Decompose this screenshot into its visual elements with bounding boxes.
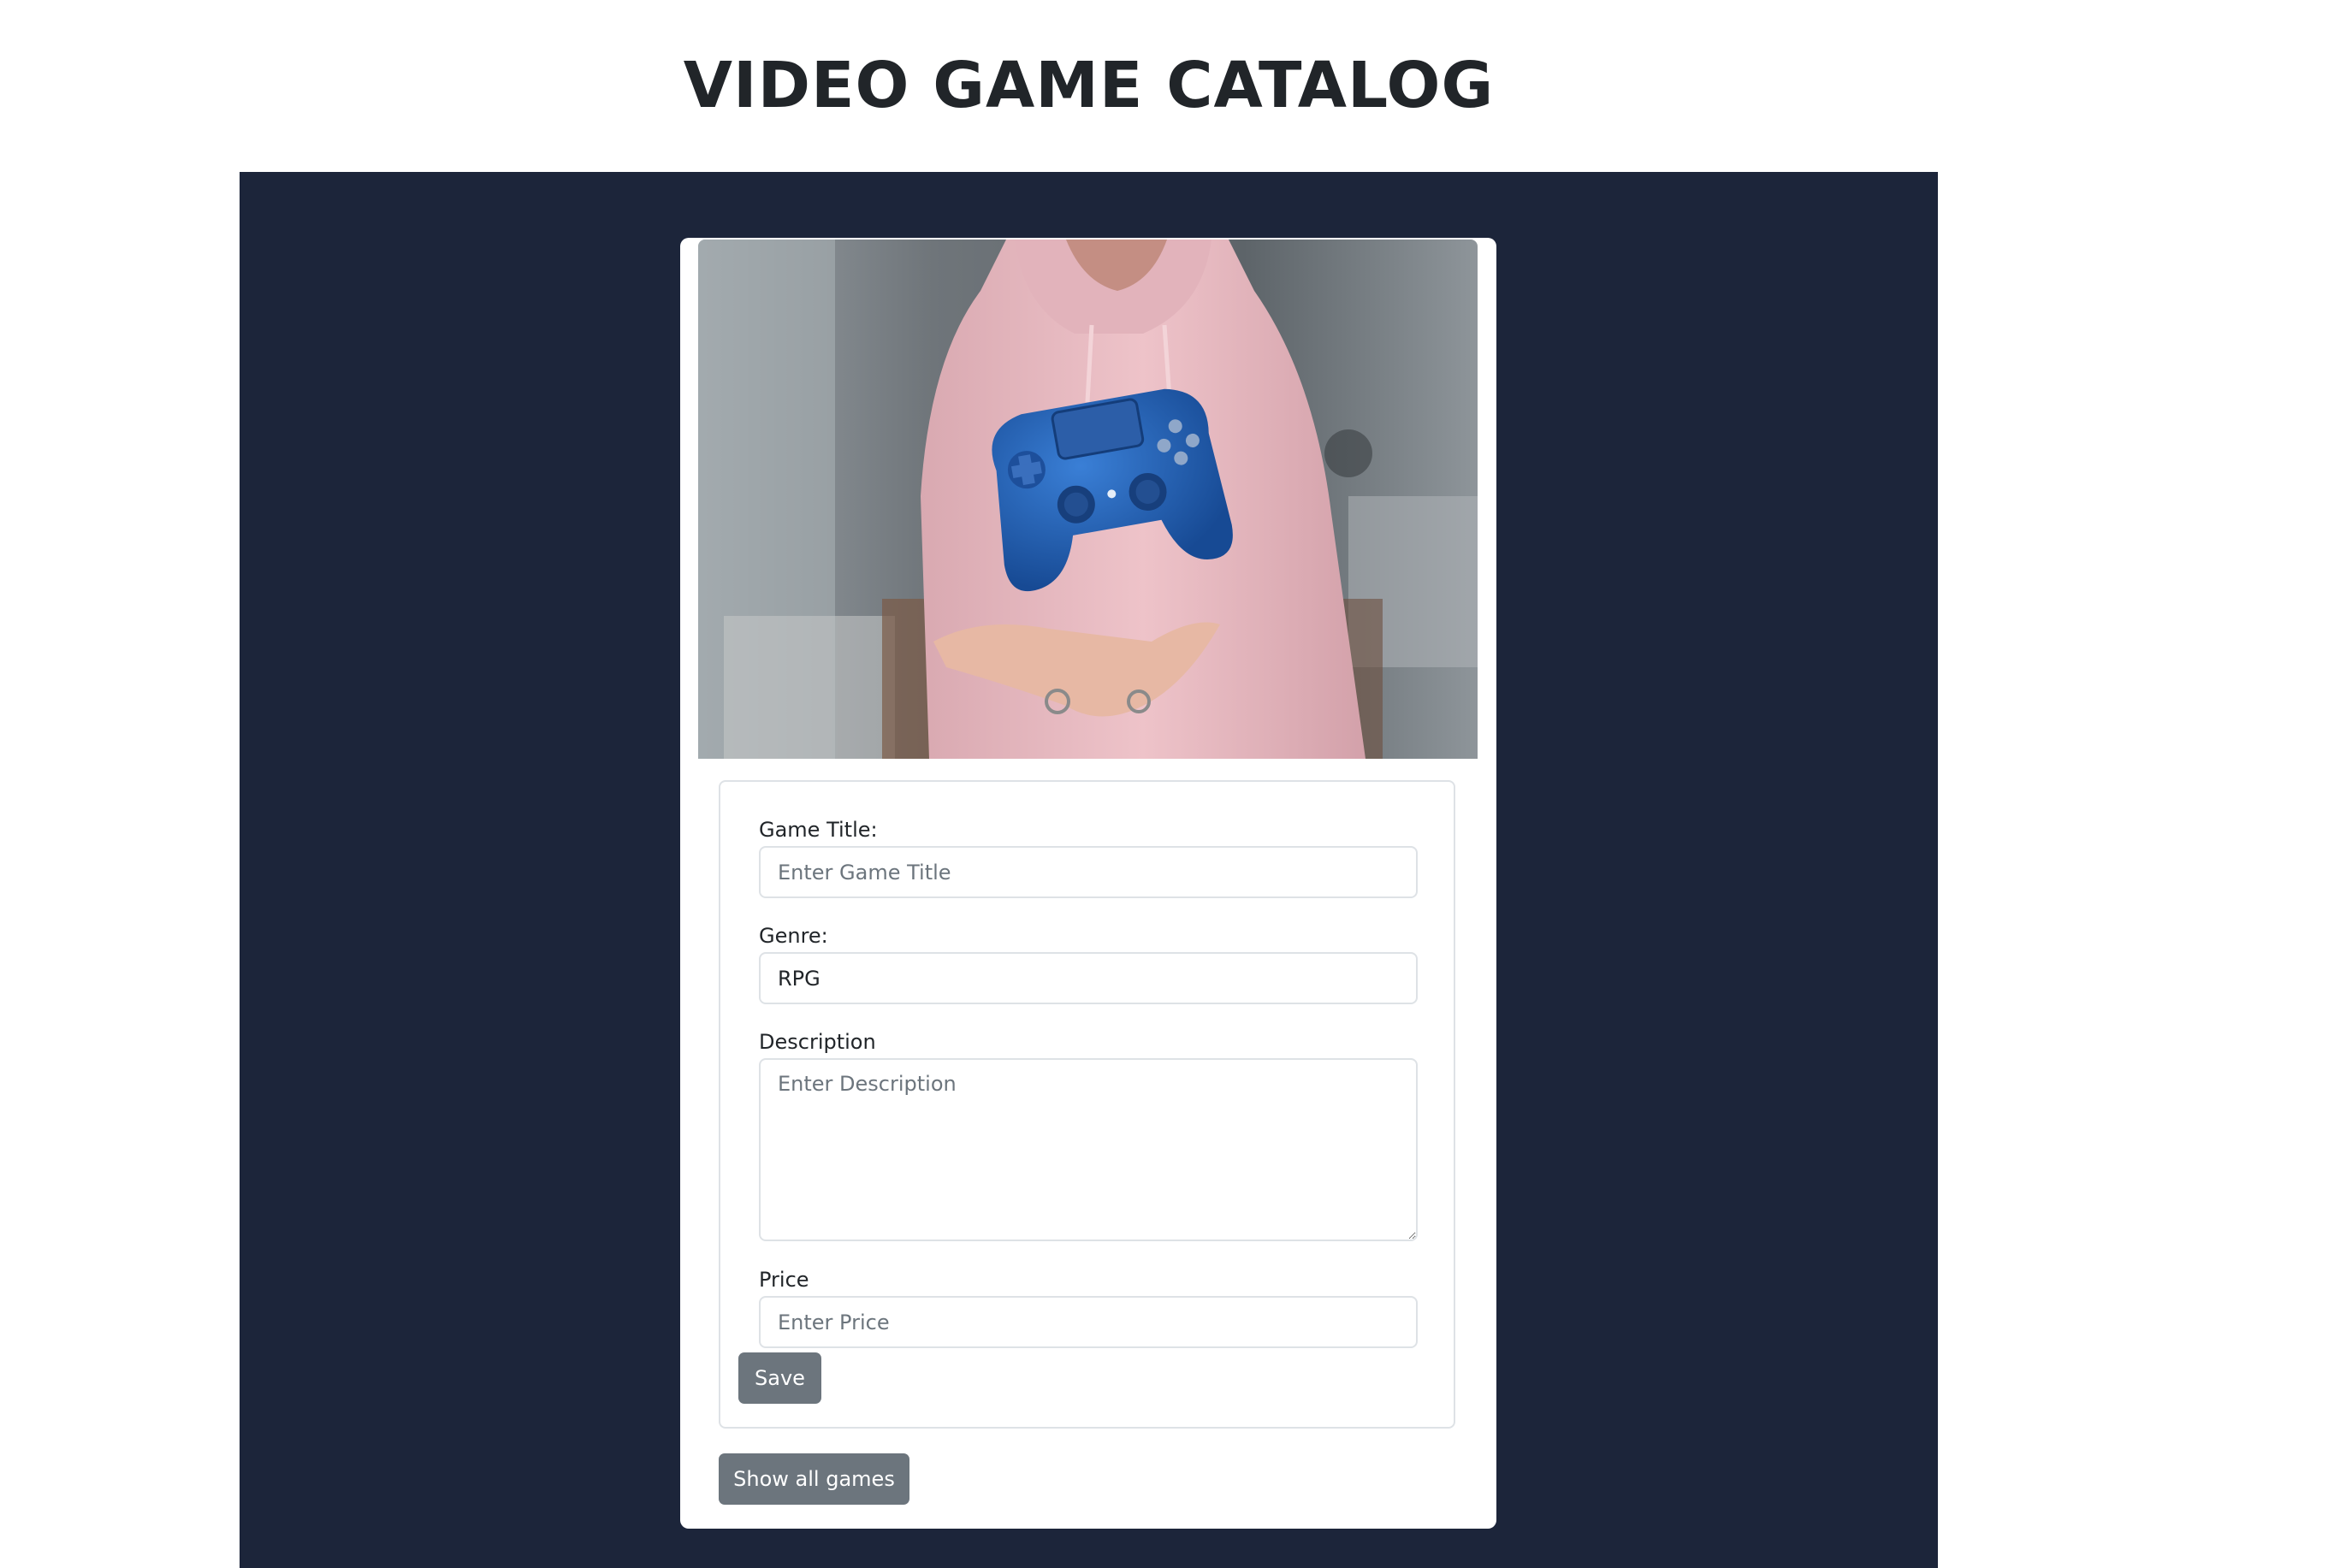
genre-label: Genre: xyxy=(759,924,828,948)
description-textarea[interactable] xyxy=(759,1058,1418,1241)
price-input[interactable] xyxy=(759,1296,1418,1348)
page-title: VIDEO GAME CATALOG xyxy=(683,49,1495,122)
game-form: Game Title: Genre: Description Price Sav… xyxy=(719,780,1455,1429)
game-form-card: Game Title: Genre: Description Price Sav… xyxy=(680,238,1496,1529)
genre-input[interactable] xyxy=(759,952,1418,1004)
price-label: Price xyxy=(759,1268,809,1292)
description-label: Description xyxy=(759,1030,876,1054)
save-button[interactable]: Save xyxy=(738,1352,821,1404)
game-controller-photo xyxy=(698,240,1478,759)
show-all-games-button[interactable]: Show all games xyxy=(719,1453,909,1505)
game-title-input[interactable] xyxy=(759,846,1418,898)
catalog-stage: Game Title: Genre: Description Price Sav… xyxy=(240,172,1938,1568)
game-title-label: Game Title: xyxy=(759,818,878,842)
